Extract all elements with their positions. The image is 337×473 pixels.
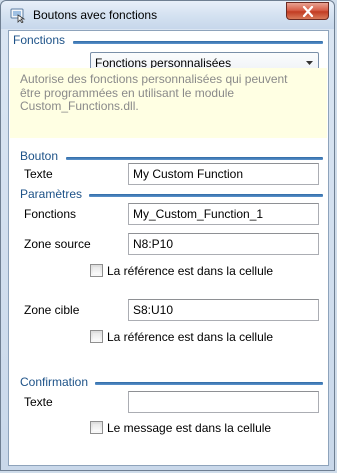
section-divider bbox=[73, 41, 323, 44]
title-bar[interactable]: Boutons avec fonctions bbox=[1, 1, 334, 29]
dialog-content: Fonctions Fonctions personnalisées Autor… bbox=[8, 30, 329, 466]
button-text-label: Texte bbox=[24, 167, 53, 181]
source-ref-checkbox[interactable] bbox=[90, 264, 103, 277]
message-in-cell-checkbox[interactable] bbox=[90, 421, 103, 434]
button-text-field[interactable]: My Custom Function bbox=[128, 163, 319, 185]
source-range-label: Zone source bbox=[24, 237, 91, 251]
source-range-field[interactable]: N8:P10 bbox=[128, 233, 319, 255]
description-line: Autorise des fonctions personnalisées qu… bbox=[20, 72, 288, 86]
confirmation-text-field[interactable] bbox=[128, 391, 319, 413]
section-divider bbox=[95, 382, 323, 385]
source-ref-checkbox-label[interactable]: La référence est dans la cellule bbox=[107, 264, 273, 278]
target-range-field[interactable]: S8:U10 bbox=[128, 299, 319, 321]
dialog-window: Boutons avec fonctions Fonctions Fonctio… bbox=[0, 0, 335, 471]
section-title-bouton: Bouton bbox=[20, 149, 59, 163]
section-title-fonctions: Fonctions bbox=[13, 33, 66, 47]
section-divider bbox=[66, 157, 323, 160]
close-icon bbox=[302, 6, 314, 17]
section-title-parametres: Paramètres bbox=[20, 187, 83, 201]
function-description: Autorise des fonctions personnalisées qu… bbox=[10, 68, 327, 138]
button-app-icon bbox=[10, 7, 26, 24]
target-ref-checkbox[interactable] bbox=[90, 330, 103, 343]
functions-label: Fonctions bbox=[24, 207, 77, 221]
description-line: Custom_Functions.dll. bbox=[20, 99, 139, 113]
target-ref-checkbox-label[interactable]: La référence est dans la cellule bbox=[107, 330, 273, 344]
functions-field[interactable]: My_Custom_Function_1 bbox=[128, 203, 319, 225]
window-title: Boutons avec fonctions bbox=[33, 8, 158, 22]
section-title-confirmation: Confirmation bbox=[20, 375, 89, 389]
close-button[interactable] bbox=[286, 2, 329, 20]
message-in-cell-checkbox-label[interactable]: Le message est dans la cellule bbox=[107, 421, 271, 435]
section-divider bbox=[89, 194, 323, 197]
confirmation-text-label: Texte bbox=[24, 395, 53, 409]
target-range-label: Zone cible bbox=[24, 303, 80, 317]
description-line: être programmées en utilisant le module bbox=[20, 85, 235, 100]
